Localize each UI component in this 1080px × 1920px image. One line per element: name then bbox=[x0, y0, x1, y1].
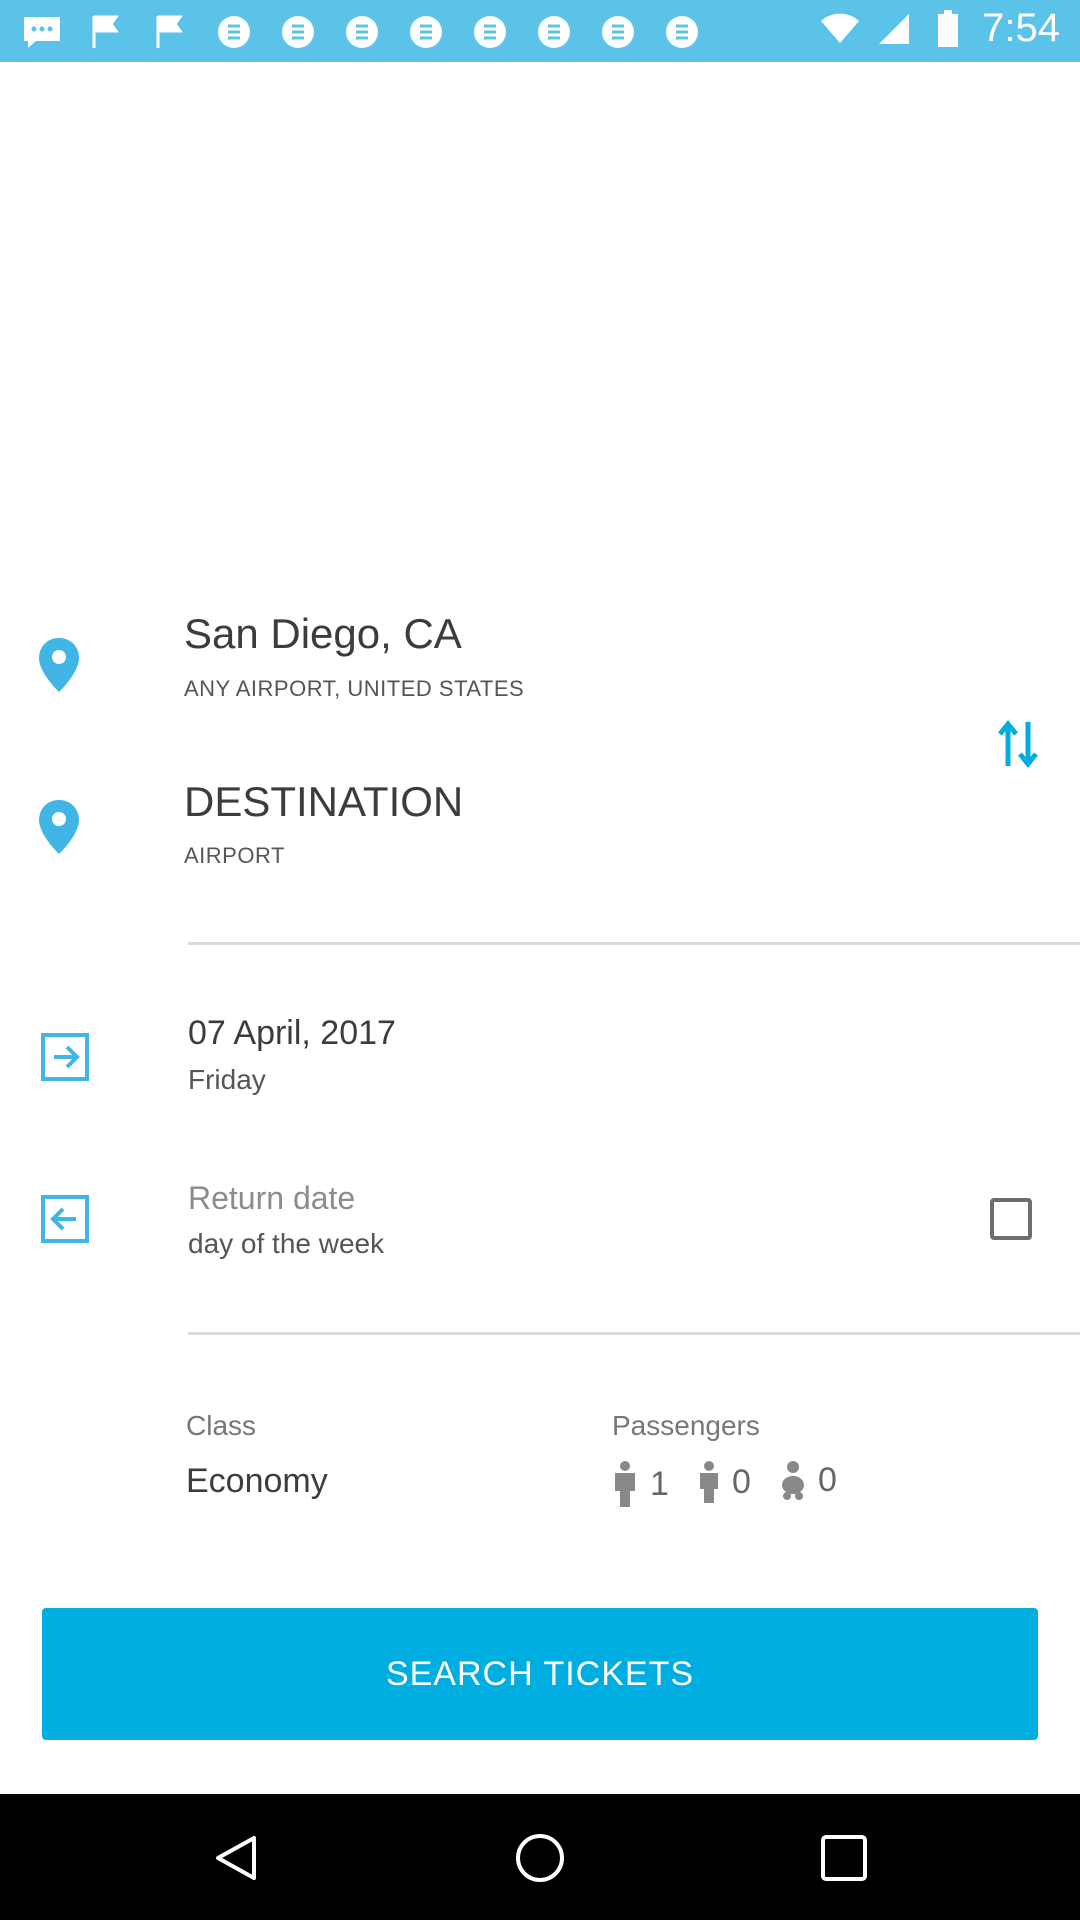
origin-pin-icon bbox=[39, 638, 79, 692]
swap-locations-icon[interactable] bbox=[996, 716, 1040, 772]
return-date[interactable]: Return date bbox=[188, 1180, 355, 1217]
infant-icon bbox=[782, 1461, 804, 1500]
return-weekday[interactable]: day of the week bbox=[188, 1228, 384, 1260]
vpn-icon bbox=[278, 12, 318, 52]
passenger-infants[interactable]: 0 bbox=[778, 1460, 837, 1500]
return-checkbox[interactable] bbox=[990, 1198, 1032, 1240]
wifi-icon bbox=[820, 9, 860, 49]
child-icon bbox=[700, 1461, 718, 1503]
vpn-icon bbox=[470, 12, 510, 52]
battery-icon bbox=[928, 9, 968, 49]
vpn-icon bbox=[662, 12, 702, 52]
return-icon bbox=[41, 1195, 89, 1243]
class-selector[interactable]: Economy bbox=[186, 1462, 328, 1501]
flag-icon bbox=[86, 12, 126, 52]
origin-airport[interactable]: ANY AIRPORT, UNITED STATES bbox=[184, 676, 524, 702]
destination-pin-icon bbox=[39, 800, 79, 854]
vpn-icon bbox=[534, 12, 574, 52]
vpn-icon bbox=[406, 12, 446, 52]
adults-count: 1 bbox=[650, 1464, 669, 1503]
vpn-icon bbox=[342, 12, 382, 52]
flag-icon bbox=[150, 12, 190, 52]
departure-icon bbox=[41, 1033, 89, 1081]
divider bbox=[188, 942, 1080, 945]
destination-city[interactable]: DESTINATION bbox=[184, 778, 463, 826]
clock: 7:54 bbox=[982, 6, 1060, 50]
passenger-adults[interactable]: 1 bbox=[610, 1460, 669, 1508]
destination-airport[interactable]: AIRPORT bbox=[184, 843, 285, 869]
class-label: Class bbox=[186, 1410, 257, 1441]
vpn-icon bbox=[598, 12, 638, 52]
infants-count: 0 bbox=[818, 1460, 837, 1499]
children-count: 0 bbox=[732, 1462, 751, 1501]
passenger-children[interactable]: 0 bbox=[696, 1460, 751, 1504]
signal-icon bbox=[874, 9, 914, 49]
recents-icon[interactable] bbox=[818, 1832, 870, 1884]
departure-date[interactable]: 07 April, 2017 bbox=[188, 1014, 396, 1053]
divider bbox=[188, 1332, 1080, 1335]
home-icon[interactable] bbox=[514, 1832, 566, 1884]
back-icon[interactable] bbox=[210, 1832, 262, 1884]
origin-city[interactable]: San Diego, CA bbox=[184, 610, 462, 658]
passengers-label: Passengers bbox=[612, 1410, 760, 1441]
status-bar: 7:54 bbox=[0, 0, 1080, 62]
departure-weekday[interactable]: Friday bbox=[188, 1064, 266, 1096]
vpn-icon bbox=[214, 12, 254, 52]
message-icon bbox=[22, 12, 62, 52]
search-tickets-button[interactable]: SEARCH TICKETS bbox=[42, 1608, 1038, 1740]
adult-icon bbox=[615, 1461, 635, 1507]
navigation-bar bbox=[0, 1794, 1080, 1920]
